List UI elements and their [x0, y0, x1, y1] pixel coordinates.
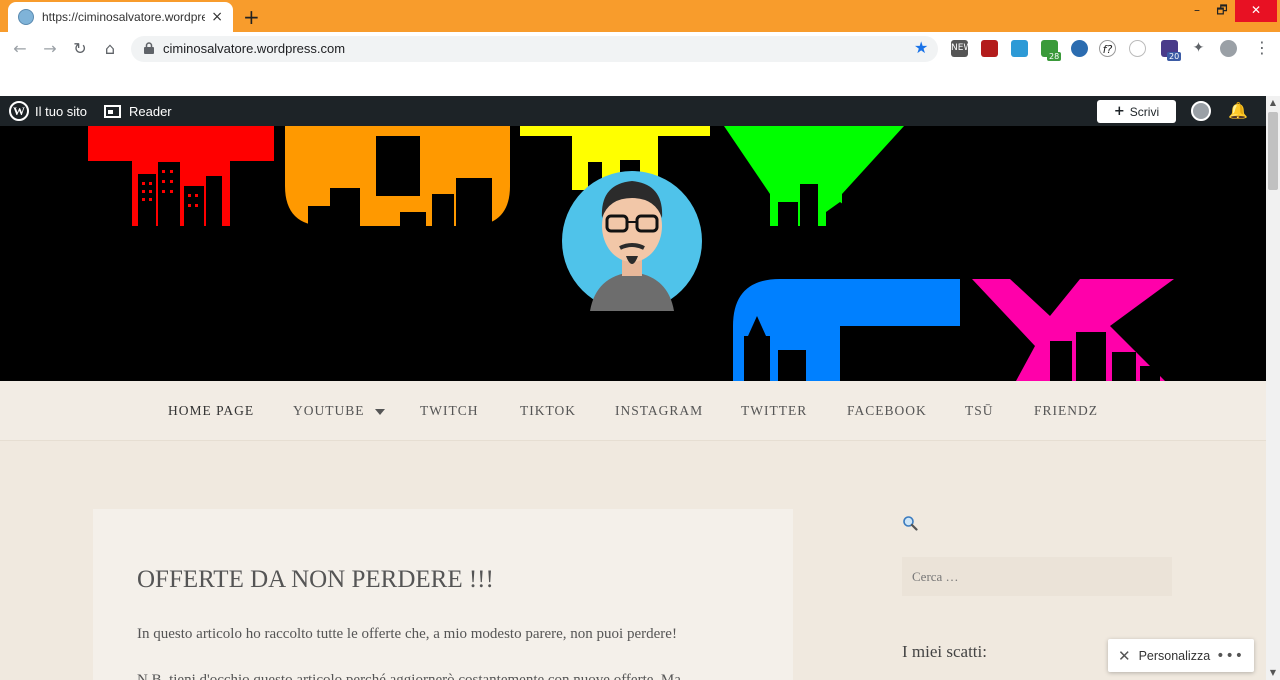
site-favicon-icon — [18, 9, 34, 25]
scroll-down-arrow-icon[interactable]: ▼ — [1266, 666, 1280, 680]
pdf-extension-icon[interactable] — [981, 40, 998, 57]
reader-link[interactable]: Reader — [104, 96, 172, 126]
puzzle-extension-icon[interactable]: ✦ — [1190, 40, 1207, 57]
browser-tab[interactable]: https://ciminosalvatore.wordpress.com × — [8, 2, 233, 32]
mail-badge: 20 — [1167, 52, 1182, 61]
main-navigation: HOME PAGE YOUTUBE TWITCH TIKTOK INSTAGRA… — [0, 381, 1266, 441]
new-tab-button[interactable]: + — [243, 5, 260, 29]
browser-menu-icon[interactable]: ⋮ — [1254, 38, 1270, 57]
nav-item-twitch[interactable]: TWITCH — [420, 403, 478, 419]
wordpress-admin-bar — [0, 96, 1266, 126]
nav-item-home[interactable]: HOME PAGE — [168, 403, 254, 419]
customize-button[interactable]: ✕ Personalizza ••• — [1108, 639, 1254, 672]
post-excerpt: In questo articolo ho raccolto tutte le … — [137, 626, 677, 642]
write-label: Scrivi — [1129, 104, 1160, 119]
notifications-bell-icon[interactable]: 🔔 — [1228, 101, 1248, 120]
post-excerpt-continued: N.B. tieni d'occhio questo articolo perc… — [137, 671, 697, 680]
write-icon: + — [1113, 104, 1125, 119]
font-extension-icon[interactable]: f? — [1099, 40, 1116, 57]
site-header-banner[interactable] — [0, 126, 1266, 381]
user-avatar-icon[interactable] — [1191, 101, 1211, 121]
back-button[interactable]: ← — [9, 38, 31, 60]
globe-extension-icon[interactable] — [1071, 40, 1088, 57]
scrollbar-thumb[interactable] — [1268, 112, 1278, 190]
nav-item-twitter[interactable]: TWITTER — [741, 403, 807, 419]
profile-avatar-icon[interactable] — [1220, 40, 1237, 57]
my-site-label: Il tuo sito — [35, 103, 88, 119]
customize-label: Personalizza — [1138, 648, 1211, 663]
eyedropper-extension-icon[interactable] — [1129, 40, 1146, 57]
nav-item-youtube[interactable]: YOUTUBE — [293, 403, 385, 419]
widget-title: I miei scatti: — [902, 642, 987, 661]
header-artwork — [88, 126, 1174, 381]
nav-item-youtube-label: YOUTUBE — [293, 403, 365, 418]
nav-item-instagram[interactable]: INSTAGRAM — [615, 403, 703, 419]
calendar-badge: 28 — [1047, 52, 1062, 61]
my-site-link[interactable]: W Il tuo sito — [9, 96, 87, 126]
post-excerpt-line: N.B. tieni d'occhio questo articolo perc… — [137, 672, 681, 680]
scroll-up-arrow-icon[interactable]: ▲ — [1266, 96, 1280, 110]
more-options-icon[interactable]: ••• — [1216, 648, 1244, 664]
home-button[interactable]: ⌂ — [99, 38, 121, 60]
reader-label: Reader — [129, 103, 172, 119]
search-icon — [903, 516, 918, 531]
tab-close-icon[interactable]: × — [211, 9, 223, 25]
write-button[interactable]: + Scrivi — [1097, 100, 1176, 123]
minimize-button[interactable]: – — [1185, 0, 1209, 22]
nav-item-tsu[interactable]: TSŪ — [965, 403, 994, 419]
maximize-button[interactable]: 🗗 — [1210, 0, 1234, 22]
pink-letter-shape — [972, 279, 1174, 381]
forward-button[interactable]: → — [39, 38, 61, 60]
lock-icon — [144, 42, 154, 54]
reader-icon — [104, 104, 121, 118]
folder-extension-icon[interactable] — [1011, 40, 1028, 57]
wordpress-logo-icon: W — [9, 101, 29, 121]
close-window-button[interactable]: ✕ — [1235, 0, 1277, 22]
new-extension-icon[interactable]: NEW — [951, 40, 972, 57]
bookmark-star-icon[interactable]: ★ — [914, 38, 928, 57]
nav-item-friendz[interactable]: FRIENDZ — [1034, 403, 1098, 419]
nav-item-tiktok[interactable]: TIKTOK — [520, 403, 576, 419]
post-title[interactable]: OFFERTE DA NON PERDERE !!! — [137, 566, 494, 594]
search-input[interactable] — [902, 557, 1172, 596]
url-text[interactable]: ciminosalvatore.wordpress.com — [163, 41, 345, 56]
chevron-down-icon — [374, 408, 385, 415]
post-card — [93, 509, 793, 680]
reload-button[interactable]: ↻ — [69, 38, 91, 60]
nav-item-facebook[interactable]: FACEBOOK — [847, 403, 927, 419]
tab-title: https://ciminosalvatore.wordpress.com — [42, 10, 206, 24]
tools-icon: ✕ — [1118, 646, 1131, 665]
